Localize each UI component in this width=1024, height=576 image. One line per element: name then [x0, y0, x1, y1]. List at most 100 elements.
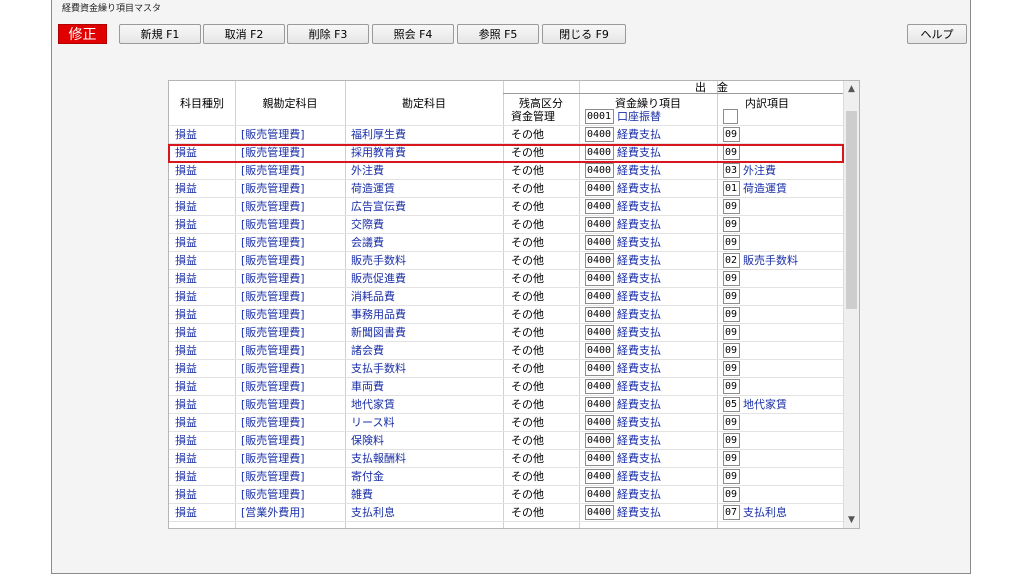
table-row[interactable]: 損益 [販売管理費] 地代家賃 その他 0400 経費支払 05 地代家賃	[169, 396, 844, 414]
scroll-thumb[interactable]	[846, 111, 857, 309]
table-row[interactable]: 損益 [販売管理費] 交際費 その他 0400 経費支払 09	[169, 216, 844, 234]
detail-code-input[interactable]: 09	[723, 127, 740, 142]
detail-code-input[interactable]: 09	[723, 271, 740, 286]
close-button[interactable]: 閉じる F9	[542, 24, 626, 44]
detail-code-input[interactable]: 09	[723, 433, 740, 448]
detail-code-input[interactable]: 09	[723, 415, 740, 430]
cashflow-code-input[interactable]: 0400	[585, 379, 614, 394]
parent-account: [販売管理費]	[241, 398, 305, 411]
cashflow-code-input[interactable]: 0400	[585, 469, 614, 484]
cashflow-code-input[interactable]: 0400	[585, 199, 614, 214]
cashflow-name: 経費支払	[617, 434, 661, 447]
cashflow-code-input[interactable]: 0400	[585, 181, 614, 196]
table-row[interactable]: 損益 [販売管理費] 保険料 その他 0400 経費支払 09	[169, 432, 844, 450]
cashflow-code-input[interactable]: 0400	[585, 145, 614, 160]
table-row[interactable]: 損益 [販売管理費] 会議費 その他 0400 経費支払 09	[169, 234, 844, 252]
detail-code-input[interactable]: 09	[723, 343, 740, 358]
cashflow-code-input[interactable]: 0400	[585, 397, 614, 412]
detail-code-input[interactable]	[723, 109, 738, 124]
detail-code-input[interactable]: 09	[723, 199, 740, 214]
table-row[interactable]: 損益 [販売管理費] リース料 その他 0400 経費支払 09	[169, 414, 844, 432]
detail-code-input[interactable]: 09	[723, 217, 740, 232]
cashflow-name: 経費支払	[617, 218, 661, 231]
detail-code-input[interactable]: 01	[723, 181, 740, 196]
account-name: 保険料	[351, 434, 384, 447]
delete-button[interactable]: 削除 F3	[287, 24, 369, 44]
cashflow-code-input[interactable]: 0400	[585, 289, 614, 304]
chevron-down-icon[interactable]: ▼	[844, 512, 859, 528]
cashflow-code-input[interactable]: 0400	[585, 487, 614, 502]
cashflow-code-input[interactable]: 0400	[585, 163, 614, 178]
cashflow-name: 経費支払	[617, 146, 661, 159]
account-category: 損益	[175, 452, 197, 465]
app-window: 経費資金繰り項目マスタ 修正 新規 F1 取消 F2 削除 F3 照会 F4 参…	[51, 0, 971, 574]
detail-code-input[interactable]: 05	[723, 397, 740, 412]
detail-code-input[interactable]: 09	[723, 289, 740, 304]
account-name: 事務用品費	[351, 308, 406, 321]
table-row[interactable]: 損益 [販売管理費] 採用教育費 その他 0400 経費支払 09	[169, 144, 844, 162]
new-button[interactable]: 新規 F1	[119, 24, 201, 44]
table-row[interactable]: 損益 [販売管理費] 新聞図書費 その他 0400 経費支払 09	[169, 324, 844, 342]
cashflow-code-input[interactable]: 0400	[585, 307, 614, 322]
table-row[interactable]: 損益 [販売管理費] 福利厚生費 その他 0400 経費支払 09	[169, 126, 844, 144]
table-row[interactable]: 損益 [販売管理費] 販売促進費 その他 0400 経費支払 09	[169, 270, 844, 288]
cashflow-code-input[interactable]: 0400	[585, 415, 614, 430]
detail-code-input[interactable]: 09	[723, 325, 740, 340]
inquiry-button[interactable]: 照会 F4	[372, 24, 454, 44]
balance-type: その他	[511, 182, 544, 195]
detail-code-input[interactable]: 03	[723, 163, 740, 178]
cashflow-code-input[interactable]: 0400	[585, 433, 614, 448]
detail-code-input[interactable]: 09	[723, 235, 740, 250]
parent-account: [販売管理費]	[241, 416, 305, 429]
table-row[interactable]: 損益 [販売管理費] 外注費 その他 0400 経費支払 03 外注費	[169, 162, 844, 180]
detail-code-input[interactable]: 09	[723, 307, 740, 322]
account-name: 消耗品費	[351, 290, 395, 303]
balance-type: その他	[511, 326, 544, 339]
chevron-up-icon[interactable]: ▲	[844, 81, 859, 97]
balance-type: その他	[511, 218, 544, 231]
table-row[interactable]: 損益 [販売管理費] 雑費 その他 0400 経費支払 09	[169, 486, 844, 504]
reference-button[interactable]: 参照 F5	[457, 24, 539, 44]
cancel-button[interactable]: 取消 F2	[203, 24, 285, 44]
detail-code-input[interactable]: 07	[723, 505, 740, 520]
table-row[interactable]: 損益 [販売管理費] 諸会費 その他 0400 経費支払 09	[169, 342, 844, 360]
table-row[interactable]: 損益 [販売管理費] 寄付金 その他 0400 経費支払 09	[169, 468, 844, 486]
cashflow-name: 経費支払	[617, 254, 661, 267]
cashflow-code-input[interactable]: 0400	[585, 343, 614, 358]
vertical-scrollbar[interactable]: ▲ ▼	[843, 81, 859, 528]
detail-code-input[interactable]: 09	[723, 145, 740, 160]
cashflow-code-input[interactable]: 0001	[585, 109, 614, 124]
detail-name: 支払利息	[743, 506, 787, 519]
balance-type: その他	[511, 362, 544, 375]
detail-code-input[interactable]: 09	[723, 487, 740, 502]
table-row[interactable]: 損益 [販売管理費] 事務用品費 その他 0400 経費支払 09	[169, 306, 844, 324]
table-row[interactable]: 損益 [販売管理費] 荷造運賃 その他 0400 経費支払 01 荷造運賃	[169, 180, 844, 198]
detail-code-input[interactable]: 09	[723, 379, 740, 394]
cashflow-code-input[interactable]: 0400	[585, 217, 614, 232]
cashflow-code-input[interactable]: 0400	[585, 505, 614, 520]
cashflow-code-input[interactable]: 0400	[585, 451, 614, 466]
table-row[interactable]: 損益 [販売管理費] 支払手数料 その他 0400 経費支払 09	[169, 360, 844, 378]
detail-code-input[interactable]: 09	[723, 361, 740, 376]
cashflow-code-input[interactable]: 0400	[585, 271, 614, 286]
detail-code-input[interactable]: 09	[723, 451, 740, 466]
group-header-outflow: 出 金	[695, 81, 728, 94]
help-button[interactable]: ヘルプ	[907, 24, 967, 44]
detail-code-input[interactable]: 09	[723, 469, 740, 484]
cashflow-code-input[interactable]: 0400	[585, 235, 614, 250]
table-row[interactable]: 損益 [販売管理費] 広告宣伝費 その他 0400 経費支払 09	[169, 198, 844, 216]
detail-code-input[interactable]: 02	[723, 253, 740, 268]
parent-account: [販売管理費]	[241, 344, 305, 357]
table-row[interactable]: 損益 [営業外費用] 支払利息 その他 0400 経費支払 07 支払利息	[169, 504, 844, 522]
cashflow-name: 経費支払	[617, 290, 661, 303]
cashflow-code-input[interactable]: 0400	[585, 127, 614, 142]
cashflow-code-input[interactable]: 0400	[585, 325, 614, 340]
cashflow-code-input[interactable]: 0400	[585, 361, 614, 376]
table-row[interactable]: 損益 [販売管理費] 販売手数料 その他 0400 経費支払 02 販売手数料	[169, 252, 844, 270]
table-row[interactable]: 損益 [販売管理費] 支払報酬料 その他 0400 経費支払 09	[169, 450, 844, 468]
fund-management-row[interactable]: 資金管理 0001 口座振替	[169, 108, 844, 126]
table-row[interactable]: 損益 [販売管理費] 消耗品費 その他 0400 経費支払 09	[169, 288, 844, 306]
cashflow-code-input[interactable]: 0400	[585, 253, 614, 268]
parent-account: [販売管理費]	[241, 182, 305, 195]
table-row[interactable]: 損益 [販売管理費] 車両費 その他 0400 経費支払 09	[169, 378, 844, 396]
